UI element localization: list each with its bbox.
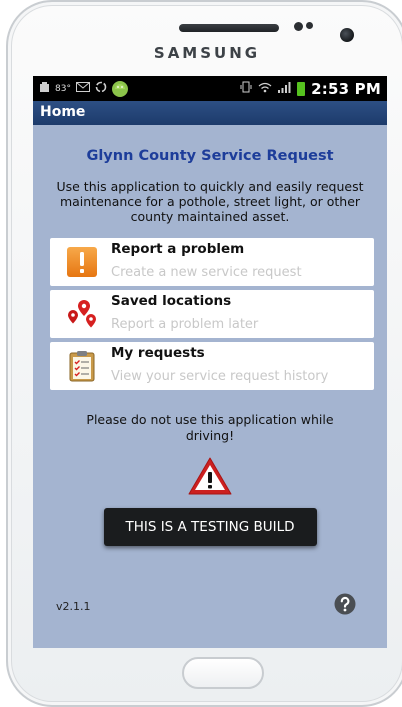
android-icon — [111, 80, 128, 97]
light-sensor — [306, 22, 313, 29]
menu-item-subtitle: View your service request history — [111, 369, 329, 384]
menu-item-my-requests[interactable]: My requests View your service request hi… — [50, 342, 374, 390]
page-title: Home — [33, 101, 387, 125]
screen: 83° 2:53 PM Home Glynn County Service Re… — [33, 76, 387, 648]
clock: 2:53 PM — [311, 79, 381, 98]
vibrate-icon — [240, 81, 252, 96]
wifi-icon — [258, 82, 272, 96]
driving-warning: Please do not use this application while… — [86, 412, 334, 443]
proximity-sensor — [294, 22, 303, 31]
menu-item-title: Saved locations — [111, 293, 232, 309]
main-menu: Report a problem Create a new service re… — [50, 238, 374, 390]
front-camera — [340, 28, 354, 42]
menu-item-saved-locations[interactable]: Saved locations Report a problem later — [50, 290, 374, 338]
map-pins-icon — [68, 300, 96, 328]
help-icon[interactable] — [334, 593, 356, 615]
menu-item-subtitle: Report a problem later — [111, 317, 259, 332]
exclamation-icon — [67, 247, 97, 277]
status-bar: 83° 2:53 PM — [33, 76, 387, 101]
version-label: v2.1.1 — [56, 600, 91, 613]
menu-item-title: Report a problem — [111, 241, 245, 257]
signal-icon — [278, 81, 291, 96]
menu-item-title: My requests — [111, 345, 205, 361]
recycle-icon — [95, 81, 107, 96]
testing-build-button[interactable]: THIS IS A TESTING BUILD — [103, 508, 317, 546]
sd-card-icon — [39, 81, 50, 96]
battery-icon — [297, 81, 306, 96]
earpiece — [179, 24, 279, 32]
brand-logo: SAMSUNG — [153, 44, 261, 62]
app-title: Glynn County Service Request — [86, 148, 334, 164]
menu-item-report-problem[interactable]: Report a problem Create a new service re… — [50, 238, 374, 286]
intro-text: Use this application to quickly and easi… — [56, 179, 364, 224]
warning-triangle-icon — [188, 457, 232, 495]
mail-icon — [75, 82, 90, 95]
clipboard-icon — [69, 351, 95, 382]
temperature-indicator: 83° — [55, 83, 71, 94]
menu-item-subtitle: Create a new service request — [111, 265, 302, 280]
home-button[interactable] — [182, 657, 264, 689]
